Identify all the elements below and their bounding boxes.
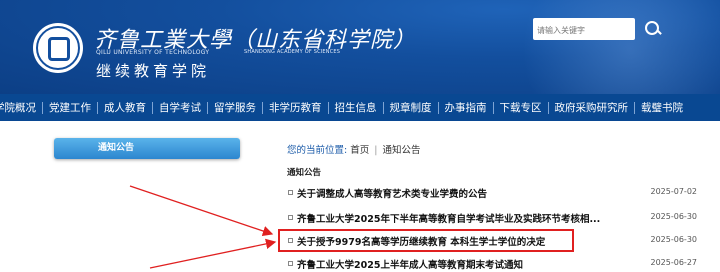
nav-item[interactable]: 载璧书院: [628, 100, 683, 115]
nav-divider: [97, 101, 98, 114]
search-input[interactable]: [533, 20, 637, 41]
search-box: [533, 18, 637, 41]
news-date: 2025-06-30: [650, 212, 698, 221]
news-item[interactable]: 齐鲁工业大学2025年下半年高等教育自学考试毕业及实践环节考核相... 2025…: [287, 211, 697, 225]
search-icon[interactable]: [639, 18, 665, 40]
nav-divider: [42, 101, 43, 114]
news-item[interactable]: 齐鲁工业大学2025上半年成人高等教育期末考试通知 2025-06-27: [287, 257, 697, 271]
breadcrumb-current: 通知公告: [382, 145, 421, 156]
nav-item-label[interactable]: 政府采购研究所: [555, 100, 629, 115]
nav-item[interactable]: 政府采购研究所: [542, 100, 629, 115]
university-logo-icon[interactable]: [33, 23, 83, 73]
nav-item[interactable]: 办事指南: [432, 100, 487, 115]
nav-divider: [634, 101, 635, 114]
bullet-icon: [288, 261, 293, 266]
main-nav: 学院概况党建工作成人教育自学考试留学服务非学历教育招生信息规章制度办事指南下载专…: [0, 94, 720, 121]
news-title[interactable]: 齐鲁工业大学2025年下半年高等教育自学考试毕业及实践环节考核相...: [297, 211, 600, 225]
nav-item-label[interactable]: 办事指南: [445, 100, 487, 115]
nav-item[interactable]: 党建工作: [36, 100, 91, 115]
site-header: 齐鲁工業大學（山东省科学院） QILU UNIVERSITY OF TECHNO…: [0, 0, 720, 94]
nav-item-label[interactable]: 成人教育: [104, 100, 146, 115]
nav-item-label[interactable]: 非学历教育: [269, 100, 322, 115]
college-name: 继续教育学院: [96, 62, 211, 80]
nav-item[interactable]: 自学考试: [146, 100, 201, 115]
header-glow: [500, 0, 720, 94]
nav-divider: [327, 101, 329, 114]
arrow-down: [149, 238, 277, 269]
nav-divider: [382, 101, 384, 114]
section-title: 通知公告: [287, 168, 322, 178]
nav-item[interactable]: 学院概况: [0, 100, 36, 115]
nav-item-label[interactable]: 自学考试: [159, 100, 201, 115]
arrow-up: [129, 185, 274, 237]
nav-divider: [262, 101, 263, 114]
news-item[interactable]: 关于调整成人高等教育艺术类专业学费的公告 2025-07-02: [287, 186, 697, 200]
nav-item[interactable]: 成人教育: [91, 100, 146, 115]
news-title[interactable]: 齐鲁工业大学2025上半年成人高等教育期末考试通知: [297, 257, 523, 271]
nav-divider: [207, 101, 208, 114]
nav-list: 学院概况党建工作成人教育自学考试留学服务非学历教育招生信息规章制度办事指南下载专…: [0, 94, 683, 121]
sidebar-notice-button[interactable]: 通知公告: [54, 138, 240, 159]
nav-item[interactable]: 非学历教育: [256, 100, 322, 115]
breadcrumb-label: 您的当前位置:: [287, 145, 348, 156]
breadcrumb-separator: |: [374, 145, 378, 156]
nav-divider: [152, 101, 153, 114]
bullet-icon: [288, 215, 293, 220]
news-date: 2025-06-27: [650, 258, 698, 267]
bullet-icon: [288, 190, 293, 195]
breadcrumb: 您的当前位置: 首页 | 通知公告: [287, 142, 421, 156]
academy-name-en: SHANDONG ACADEMY OF SCIENCES: [244, 49, 341, 55]
news-date: 2025-06-30: [650, 235, 698, 244]
news-title[interactable]: 关于调整成人高等教育艺术类专业学费的公告: [297, 186, 487, 200]
breadcrumb-home[interactable]: 首页: [350, 145, 369, 156]
nav-item-label[interactable]: 党建工作: [49, 100, 91, 115]
school-name-en: QILU UNIVERSITY OF TECHNOLOGY: [96, 49, 210, 56]
nav-item[interactable]: 下载专区: [487, 100, 542, 115]
nav-item[interactable]: 招生信息: [322, 100, 377, 115]
nav-item-label[interactable]: 学院概况: [0, 100, 36, 115]
nav-divider: [492, 101, 494, 114]
nav-item-label[interactable]: 载璧书院: [641, 100, 683, 115]
nav-item-label[interactable]: 留学服务: [214, 100, 256, 115]
highlight-box: [278, 229, 574, 252]
nav-divider: [437, 101, 439, 114]
nav-item[interactable]: 留学服务: [201, 100, 256, 115]
nav-item-label[interactable]: 招生信息: [335, 100, 377, 115]
news-date: 2025-07-02: [650, 187, 698, 196]
nav-item[interactable]: 规章制度: [377, 100, 432, 115]
nav-item-label[interactable]: 规章制度: [390, 100, 432, 115]
nav-divider: [547, 101, 549, 114]
nav-item-label[interactable]: 下载专区: [500, 100, 542, 115]
